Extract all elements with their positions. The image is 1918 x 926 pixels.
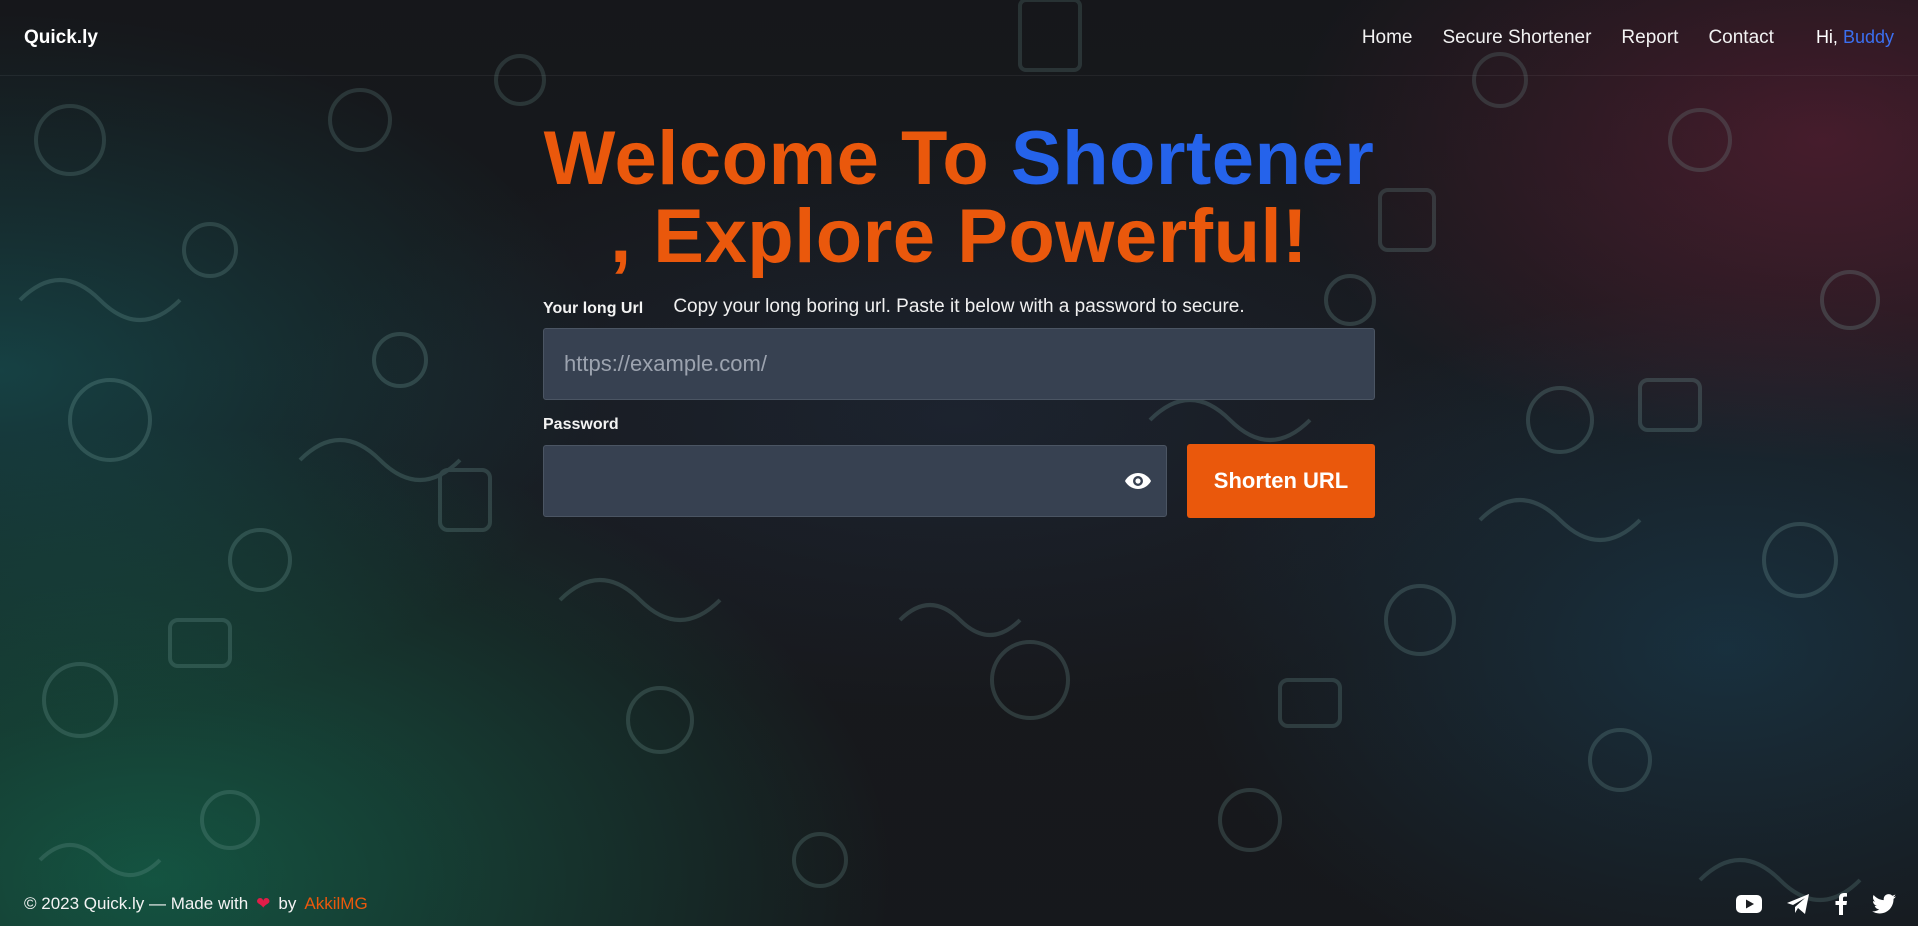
username-link[interactable]: Buddy: [1843, 27, 1894, 47]
shorten-url-button[interactable]: Shorten URL: [1187, 444, 1375, 518]
nav-secure-shortener[interactable]: Secure Shortener: [1443, 27, 1592, 49]
top-navbar: Quick.ly Home Secure Shortener Report Co…: [0, 0, 1918, 76]
user-greeting: Hi, Buddy: [1816, 27, 1894, 48]
password-input[interactable]: [543, 445, 1167, 517]
main-nav: Home Secure Shortener Report Contact Hi,…: [1332, 27, 1894, 49]
title-part2: , Explore Powerful!: [610, 194, 1308, 279]
password-row: Shorten URL: [543, 444, 1375, 518]
by-text: by: [278, 894, 297, 913]
social-links: [1712, 893, 1896, 915]
shorten-form: Your long Url Password Shorten URL: [543, 300, 1375, 518]
page-title: Welcome To Shortener, Explore Powerful!: [0, 120, 1918, 276]
url-label: Your long Url: [543, 300, 644, 317]
twitter-icon[interactable]: [1872, 894, 1896, 914]
greeting-text: Hi,: [1815, 27, 1838, 47]
footer-credits: © 2023 Quick.ly — Made with ❤ by AkkilMG: [24, 894, 368, 914]
youtube-icon[interactable]: [1736, 894, 1762, 914]
brand-logo[interactable]: Quick.ly: [24, 27, 98, 49]
eye-icon[interactable]: [1123, 467, 1153, 495]
long-url-input[interactable]: [543, 328, 1375, 400]
nav-home[interactable]: Home: [1362, 27, 1413, 49]
password-label: Password: [543, 416, 619, 433]
copyright-text: © 2023 Quick.ly — Made with: [24, 894, 249, 913]
hero-section: Welcome To Shortener, Explore Powerful! …: [0, 76, 1918, 318]
heart-icon: ❤: [256, 894, 271, 913]
password-wrapper: [543, 445, 1167, 517]
facebook-icon[interactable]: [1834, 893, 1848, 915]
footer: © 2023 Quick.ly — Made with ❤ by AkkilMG: [0, 882, 1918, 926]
title-accent: Shortener: [1010, 116, 1375, 201]
nav-contact[interactable]: Contact: [1708, 27, 1773, 49]
title-part1: Welcome To: [543, 116, 1011, 201]
author-link[interactable]: AkkilMG: [304, 894, 367, 914]
telegram-icon[interactable]: [1786, 893, 1810, 915]
nav-report[interactable]: Report: [1621, 27, 1678, 49]
